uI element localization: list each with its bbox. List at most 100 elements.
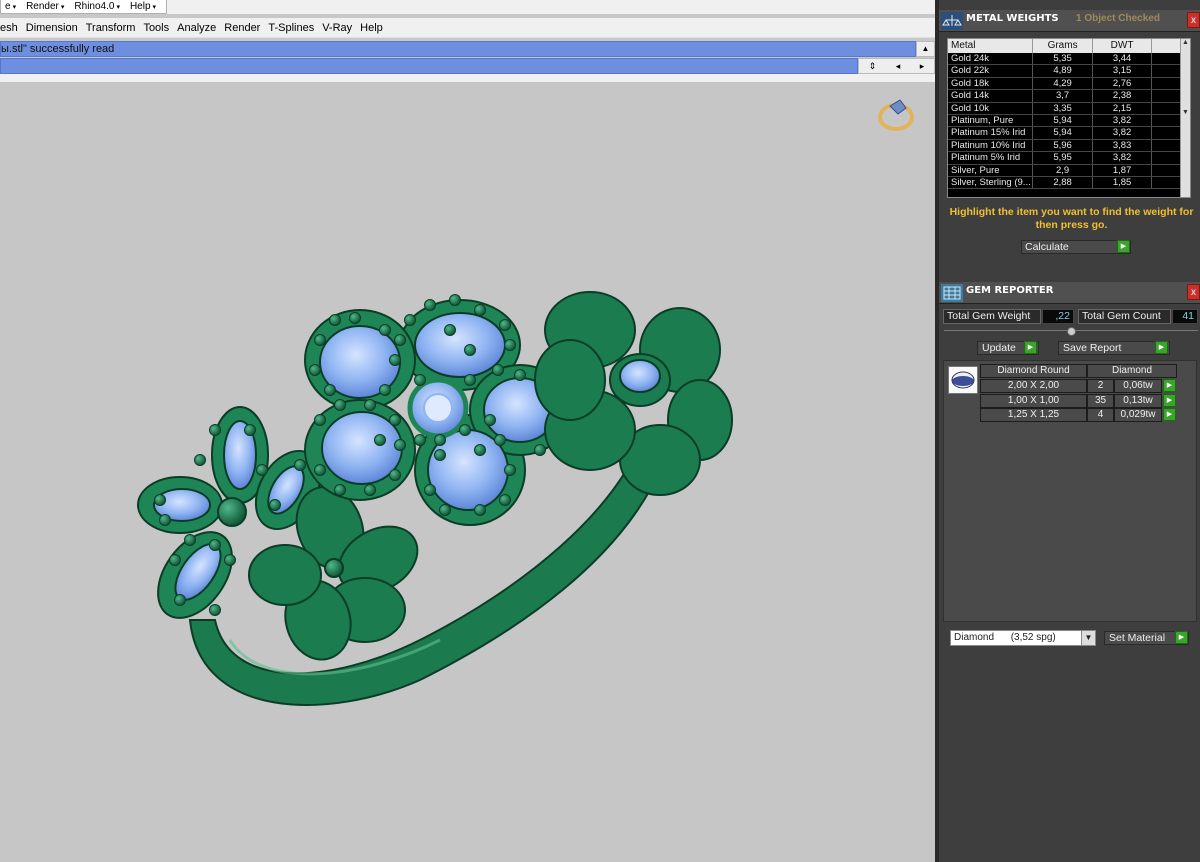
command-input[interactable] xyxy=(0,58,858,74)
material-select[interactable]: Diamond (3,52 spg) ▼ xyxy=(950,630,1096,646)
top-toolbar-area: e Render Rhino4.0 Help xyxy=(0,0,935,14)
save-report-button[interactable]: Save Report xyxy=(1058,341,1170,355)
calculate-dropdown[interactable]: Calculate xyxy=(1021,240,1131,254)
close-icon[interactable]: x xyxy=(1187,284,1200,300)
chevron-down-icon[interactable]: ▼ xyxy=(1081,631,1095,645)
slider-handle[interactable] xyxy=(1067,327,1076,336)
gem-row-go-icon[interactable]: ▶ xyxy=(1163,408,1176,421)
prong-ball xyxy=(154,494,166,506)
table-row[interactable]: Gold 22k 4,89 3,15 xyxy=(948,65,1190,78)
prong-ball xyxy=(334,399,346,411)
cell-grams: 5,94 xyxy=(1033,127,1093,139)
cell-metal: Silver, Sterling (9... xyxy=(948,176,1034,189)
gem-reporter-header: GEM REPORTER x xyxy=(939,282,1200,304)
menu-tools[interactable]: Tools xyxy=(143,22,177,34)
table-scrollbar[interactable]: ▲ ▼ xyxy=(1180,39,1190,197)
table-row[interactable]: Gold 14k 3,7 2,38 xyxy=(948,90,1190,103)
gem-row-go-icon[interactable]: ▶ xyxy=(1163,379,1176,392)
column-metal[interactable]: Metal xyxy=(948,39,1034,53)
cell-dwt: 2,38 xyxy=(1093,90,1153,102)
table-row[interactable]: Platinum 15% Irid 5,94 3,82 xyxy=(948,127,1190,140)
command-history: ы.stl" successfully read xyxy=(0,41,916,57)
cell-metal: Gold 10k xyxy=(948,102,1034,114)
total-gem-weight-label: Total Gem Weight xyxy=(943,309,1041,324)
close-icon[interactable]: x xyxy=(1187,12,1200,28)
table-row[interactable]: Gold 10k 3,35 2,15 xyxy=(948,102,1190,115)
viewport-nav-icon[interactable] xyxy=(878,99,914,131)
prong-ball xyxy=(424,484,436,496)
menu-v-ray[interactable]: V-Ray xyxy=(322,22,360,34)
prong-ball xyxy=(379,384,391,396)
save-report-go-icon[interactable]: ▶ xyxy=(1155,341,1168,354)
cell-metal: Silver, Pure xyxy=(948,164,1034,176)
rhino-window: e Render Rhino4.0 Help esh Dimension Tra… xyxy=(0,0,1200,862)
cell-metal: Platinum 10% Irid xyxy=(948,139,1034,152)
prong-ball xyxy=(474,304,486,316)
prong-ball xyxy=(269,499,281,511)
scroll-left-icon[interactable]: ◂ xyxy=(896,61,901,72)
cell-dwt: 2,15 xyxy=(1093,102,1153,114)
table-row[interactable]: Silver, Pure 2,9 1,87 xyxy=(948,164,1190,177)
cell-grams: 3,35 xyxy=(1033,102,1093,114)
column-dwt[interactable]: DWT xyxy=(1093,39,1153,53)
prong-ball xyxy=(404,314,416,326)
table-row[interactable]: Platinum 5% Irid 5,95 3,82 xyxy=(948,152,1190,165)
menu-bar: esh Dimension Transform Tools Analyze Re… xyxy=(0,18,935,38)
gem-reporter-title: GEM REPORTER xyxy=(966,285,1054,296)
table-row[interactable]: Silver, Sterling (9... 2,88 1,85 xyxy=(948,176,1190,190)
prong-ball xyxy=(209,539,221,551)
menu-mesh[interactable]: esh xyxy=(0,22,26,34)
menu-t-splines[interactable]: T-Splines xyxy=(268,22,322,34)
cell-grams: 3,7 xyxy=(1033,90,1093,102)
cell-grams: 4,89 xyxy=(1033,65,1093,77)
scale-icon xyxy=(941,12,963,30)
perspective-viewport[interactable] xyxy=(0,82,935,862)
cell-dwt: 3,83 xyxy=(1093,139,1153,152)
cell-grams: 5,94 xyxy=(1033,114,1093,127)
table-row[interactable]: Gold 24k 5,35 3,44 xyxy=(948,53,1190,66)
column-grams[interactable]: Grams xyxy=(1033,39,1093,53)
table-row[interactable]: Platinum 10% Irid 5,96 3,83 xyxy=(948,139,1190,153)
menu-transform[interactable]: Transform xyxy=(86,22,144,34)
prong-ball xyxy=(439,504,451,516)
cell-dwt: 1,85 xyxy=(1093,176,1153,189)
gem-row-go-icon[interactable]: ▶ xyxy=(1163,393,1176,407)
prong-ball xyxy=(389,469,401,481)
toolbar-menu-help[interactable]: Help xyxy=(126,1,162,12)
menu-help[interactable]: Help xyxy=(360,22,391,34)
spin-icon[interactable]: ⇕ xyxy=(869,61,877,72)
set-material-go-icon[interactable]: ▶ xyxy=(1175,631,1188,644)
prong-ball xyxy=(389,354,401,366)
prong-ball xyxy=(309,364,321,376)
cell-grams: 5,35 xyxy=(1033,53,1093,65)
table-header: Metal Grams DWT xyxy=(948,39,1190,53)
prong-ball xyxy=(459,424,471,436)
menu-render[interactable]: Render xyxy=(224,22,268,34)
menu-dimension[interactable]: Dimension xyxy=(26,22,86,34)
gem-size-cell: 1,25 X 1,25 xyxy=(980,408,1087,422)
prong-ball xyxy=(492,364,504,376)
objects-checked-label: 1 Object Checked xyxy=(1076,13,1160,24)
menu-analyze[interactable]: Analyze xyxy=(177,22,224,34)
cell-grams: 4,29 xyxy=(1033,77,1093,90)
prong-ball xyxy=(184,534,196,546)
command-history-scroll[interactable]: ▲ xyxy=(916,41,935,57)
cell-metal: Platinum 15% Irid xyxy=(948,127,1034,139)
prong-ball xyxy=(499,319,511,331)
table-row[interactable]: Gold 18k 4,29 2,76 xyxy=(948,77,1190,91)
prong-ball xyxy=(504,339,516,351)
metal-weights-table[interactable]: Metal Grams DWT Gold 24k 5,35 3,44 Gold 22k… xyxy=(947,38,1191,198)
prong-ball xyxy=(449,294,461,306)
update-go-icon[interactable]: ▶ xyxy=(1024,341,1037,354)
prong-ball xyxy=(424,299,436,311)
toolbar-menu-file[interactable]: e xyxy=(1,1,22,12)
prong-ball xyxy=(389,414,401,426)
table-row[interactable]: Platinum, Pure 5,94 3,82 xyxy=(948,114,1190,128)
toolbar-menu-rhino[interactable]: Rhino4.0 xyxy=(70,1,126,12)
prong-ball xyxy=(209,604,221,616)
total-gem-count-value: 41 xyxy=(1172,309,1198,324)
calculate-go-button[interactable]: ▶ xyxy=(1117,240,1130,253)
prong-ball xyxy=(444,324,456,336)
scroll-right-icon[interactable]: ▸ xyxy=(920,61,925,72)
toolbar-menu-render[interactable]: Render xyxy=(22,1,70,12)
